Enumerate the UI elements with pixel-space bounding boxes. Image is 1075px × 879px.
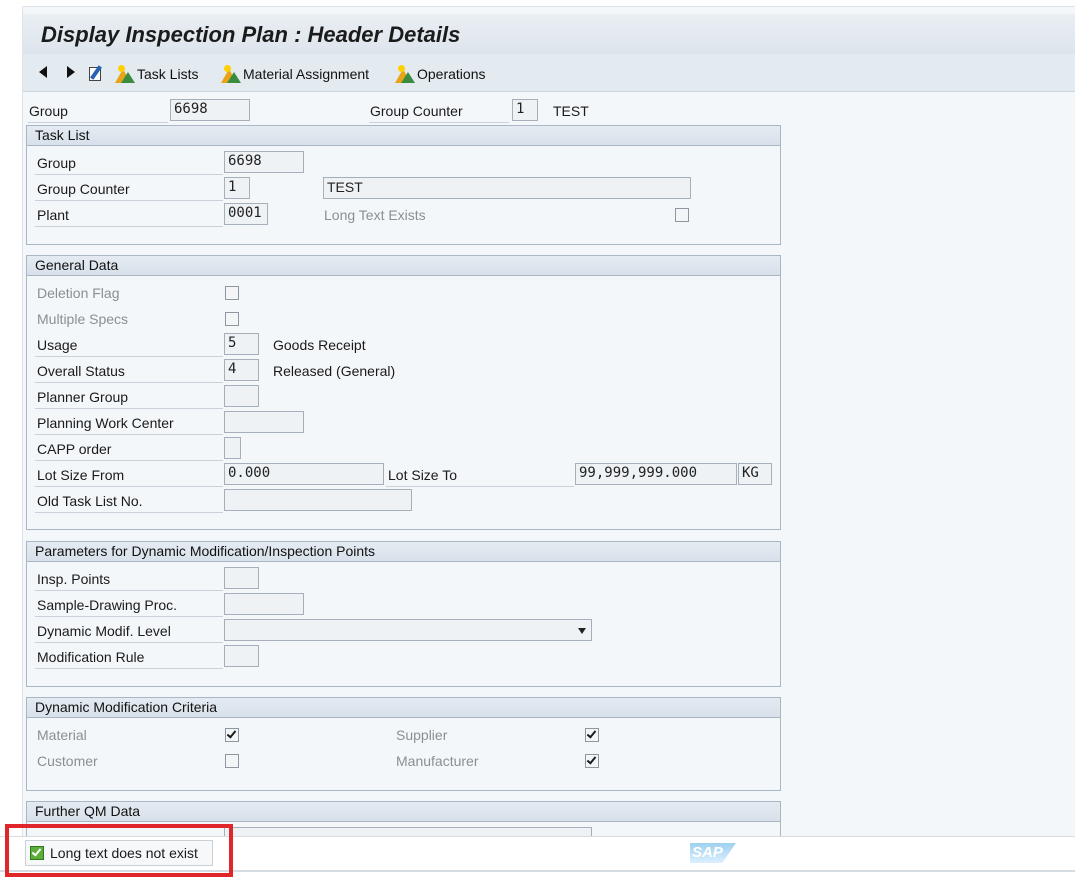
task-lists-button[interactable]: Task Lists [115,63,198,85]
plant-field[interactable]: 0001 [224,203,268,225]
label-underline [35,226,223,227]
label-underline [35,486,223,487]
insp-points-field[interactable] [224,567,259,589]
mountain-icon [115,65,135,83]
material-label: Material [37,727,87,743]
lot-size-from-label: Lot Size From [37,467,125,483]
lot-size-to-field[interactable]: 99,999,999.000 [575,463,737,485]
label-underline [35,512,223,513]
label-underline [35,174,223,175]
capp-order-field[interactable] [224,437,241,459]
modification-rule-label: Modification Rule [37,649,145,665]
insp-points-label: Insp. Points [37,571,111,587]
label-underline [35,590,223,591]
page-title: Display Inspection Plan : Header Details [41,22,461,47]
deletion-flag-label: Deletion Flag [37,285,120,301]
customer-checkbox[interactable] [225,754,239,768]
long-text-exists-checkbox[interactable] [675,208,689,222]
mountain-icon [395,65,415,83]
supplier-label: Supplier [396,727,448,743]
tl-group-counter-text-field[interactable]: TEST [323,177,691,199]
tl-group-field[interactable]: 6698 [224,151,304,173]
further-qm-dropdown[interactable] [224,827,592,836]
check-icon [586,754,597,765]
dyn-modif-level-dropdown[interactable] [224,619,592,641]
label-underline [28,122,168,123]
mountain-icon [221,65,241,83]
planning-work-center-field[interactable] [224,411,304,433]
old-task-list-field[interactable] [224,489,412,511]
group-field[interactable]: 6698 [170,99,250,121]
label-underline [35,668,223,669]
dyn-params-title: Parameters for Dynamic Modification/Insp… [27,542,780,562]
deletion-flag-checkbox[interactable] [225,286,239,300]
tl-group-counter-field[interactable]: 1 [224,177,250,199]
display-change-button[interactable] [88,63,104,85]
group-counter-field[interactable]: 1 [512,99,538,121]
label-underline [35,642,223,643]
dyn-modif-level-label: Dynamic Modif. Level [37,623,171,639]
lot-size-from-field[interactable]: 0.000 [224,463,384,485]
label-underline [35,382,223,383]
planning-work-center-label: Planning Work Center [37,415,174,431]
planner-group-label: Planner Group [37,389,129,405]
task-lists-label: Task Lists [137,66,199,82]
long-text-exists-label: Long Text Exists [324,207,426,223]
capp-order-label: CAPP order [37,441,112,457]
tl-group-counter-label: Group Counter [37,181,130,197]
multiple-specs-label: Multiple Specs [37,311,129,327]
label-underline [35,356,223,357]
operations-label: Operations [417,66,486,82]
planner-group-field[interactable] [224,385,259,407]
application-toolbar: Task Lists Material Assignment Operation… [23,54,1075,92]
lot-size-to-label: Lot Size To [388,467,458,483]
usage-text: Goods Receipt [273,337,366,353]
group-counter-label: Group Counter [370,103,463,119]
highlight-box [5,824,233,877]
operations-button[interactable]: Operations [395,63,485,85]
usage-label: Usage [37,337,78,353]
sample-drawing-field[interactable] [224,593,304,615]
next-icon[interactable] [67,66,75,78]
label-underline [369,122,509,123]
label-underline [35,616,223,617]
label-underline [35,434,223,435]
further-qm-title: Further QM Data [27,802,780,822]
usage-field[interactable]: 5 [224,333,259,355]
display-change-icon [88,65,104,82]
sample-drawing-label: Sample-Drawing Proc. [37,597,178,613]
manufacturer-checkbox[interactable] [585,754,599,768]
plant-label: Plant [37,207,69,223]
material-checkbox[interactable] [225,728,239,742]
label-underline [35,408,223,409]
label-underline [35,460,223,461]
overall-status-field[interactable]: 4 [224,359,259,381]
supplier-checkbox[interactable] [585,728,599,742]
material-assignment-button[interactable]: Material Assignment [221,63,369,85]
dyn-criteria-group: Dynamic Modification Criteria [26,697,781,791]
dyn-criteria-title: Dynamic Modification Criteria [27,698,780,718]
customer-label: Customer [37,753,98,769]
title-bar: Display Inspection Plan : Header Details [23,14,1075,54]
overall-status-text: Released (General) [273,363,396,379]
task-list-title: Task List [27,126,780,146]
manufacturer-label: Manufacturer [396,753,479,769]
group-counter-text: TEST [553,103,589,119]
modification-rule-field[interactable] [224,645,259,667]
general-data-title: General Data [27,256,780,276]
previous-icon[interactable] [39,66,47,78]
label-underline [35,200,223,201]
lot-size-unit-field[interactable]: KG [738,463,772,485]
label-underline [386,486,574,487]
overall-status-label: Overall Status [37,363,125,379]
dyn-params-group: Parameters for Dynamic Modification/Insp… [26,541,781,687]
old-task-list-label: Old Task List No. [37,493,143,509]
tl-group-label: Group [37,155,76,171]
material-assignment-label: Material Assignment [243,66,370,82]
group-label: Group [29,103,68,119]
multiple-specs-checkbox[interactable] [225,312,239,326]
chevron-down-icon [578,628,586,634]
check-icon [586,728,597,739]
check-icon [226,728,237,739]
